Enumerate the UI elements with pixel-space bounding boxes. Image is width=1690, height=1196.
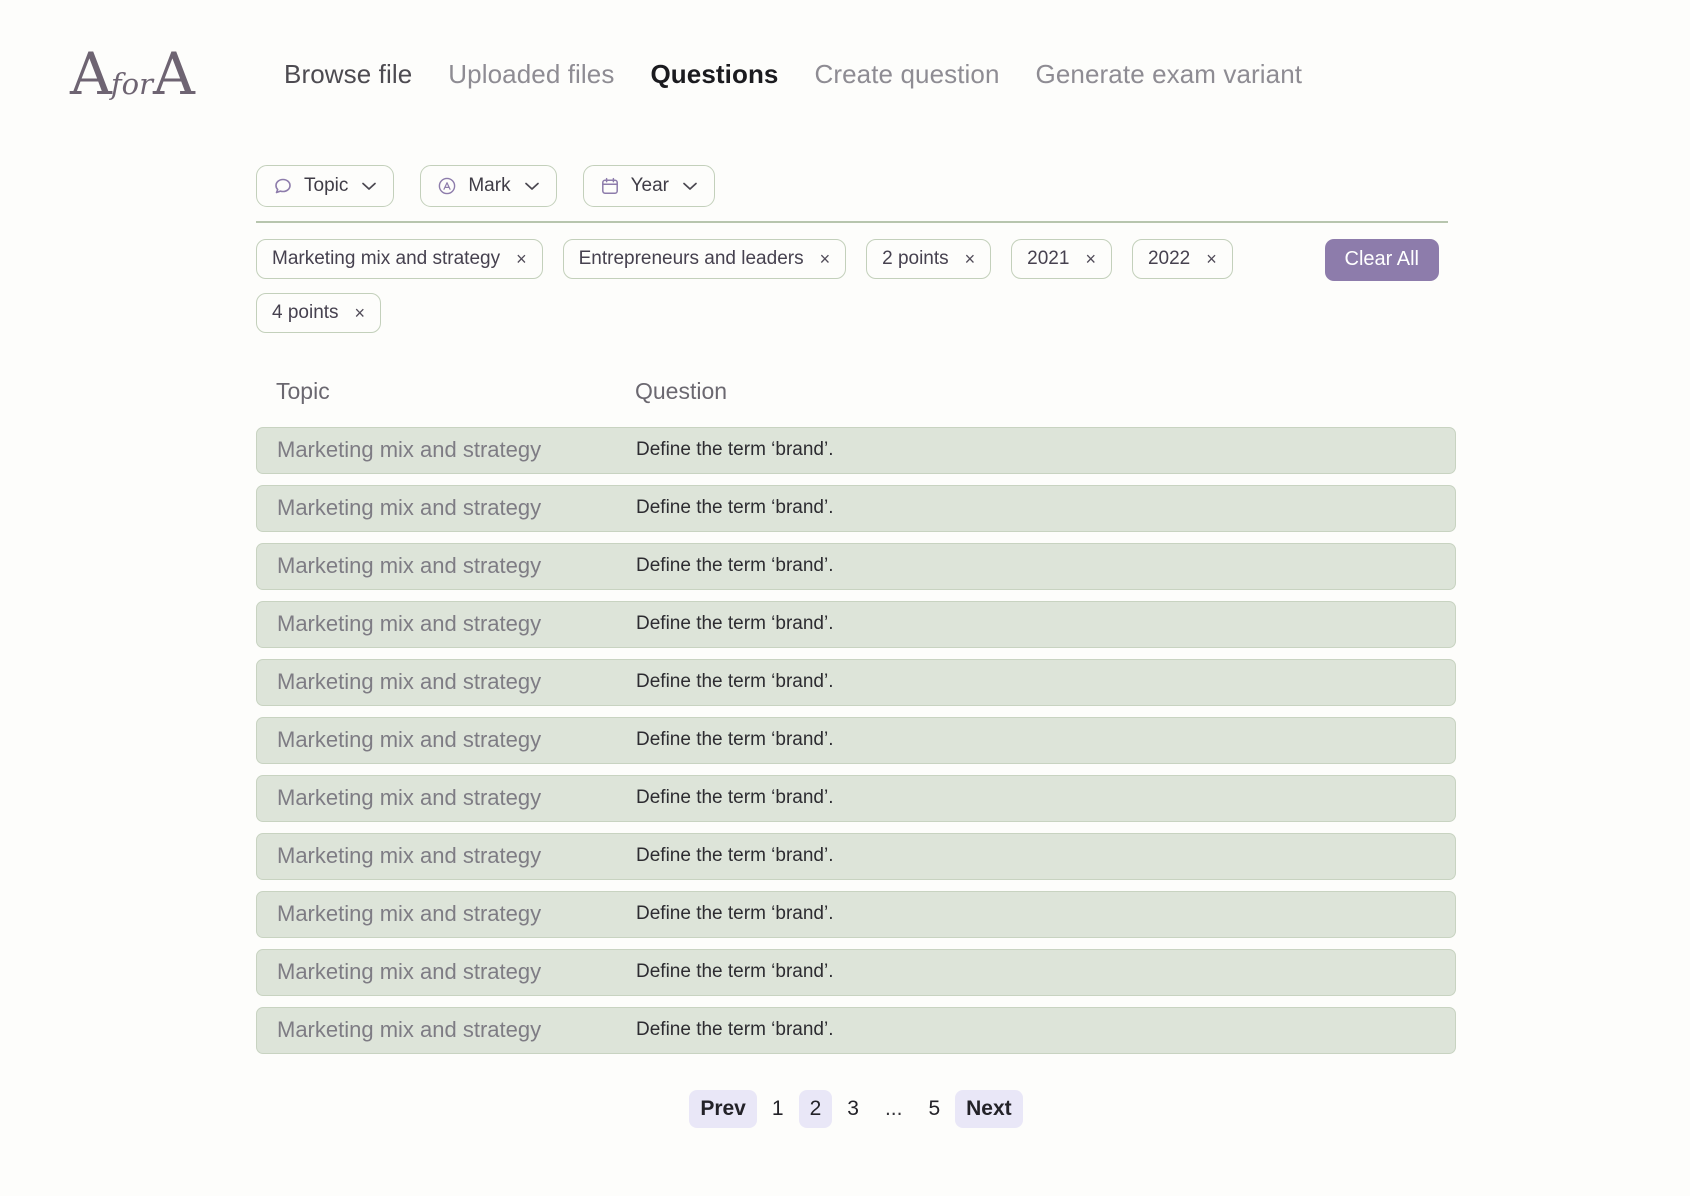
close-icon[interactable]: × <box>1085 250 1096 268</box>
filter-chip-marketing-mix-and-strategy[interactable]: Marketing mix and strategy × <box>256 238 543 279</box>
column-header-question: Question <box>635 377 728 404</box>
filter-button-year-label: Year <box>630 175 669 196</box>
table-row[interactable]: Marketing mix and strategy Define the te… <box>256 948 1456 996</box>
cell-question: Define the term ‘brand’. <box>636 671 834 692</box>
close-icon[interactable]: × <box>516 250 527 268</box>
filter-button-mark[interactable]: Mark <box>420 165 557 207</box>
filter-chip-label: 4 points <box>272 301 339 323</box>
cell-topic: Marketing mix and strategy <box>277 959 542 984</box>
filter-chip-label: 2021 <box>1027 247 1070 269</box>
nav-item-questions[interactable]: Questions <box>650 59 778 90</box>
cell-question: Define the term ‘brand’. <box>636 613 834 634</box>
nav-item-uploaded-files[interactable]: Uploaded files <box>448 59 614 90</box>
table-row[interactable]: Marketing mix and strategy Define the te… <box>256 484 1456 532</box>
cell-question: Define the term ‘brand’. <box>636 555 834 576</box>
cell-topic: Marketing mix and strategy <box>277 901 542 926</box>
pagination-prev-button[interactable]: Prev <box>689 1089 757 1128</box>
logo-word-for: for <box>110 67 153 101</box>
nav-item-browse-file[interactable]: Browse file <box>284 59 412 90</box>
table-row[interactable]: Marketing mix and strategy Define the te… <box>256 600 1456 648</box>
filter-button-year[interactable]: Year <box>582 165 715 207</box>
close-icon[interactable]: × <box>355 304 366 322</box>
close-icon[interactable]: × <box>965 250 976 268</box>
chevron-down-icon <box>361 179 377 194</box>
filter-button-row: Topic Mark Year <box>256 165 1690 207</box>
cell-topic: Marketing mix and strategy <box>277 495 542 520</box>
cell-topic: Marketing mix and strategy <box>277 843 542 868</box>
nav-item-generate-exam-variant[interactable]: Generate exam variant <box>1036 59 1303 90</box>
cell-topic: Marketing mix and strategy <box>277 611 542 636</box>
pagination-page-5[interactable]: 5 <box>917 1090 951 1128</box>
table-row[interactable]: Marketing mix and strategy Define the te… <box>256 890 1456 938</box>
cell-question: Define the term ‘brand’. <box>636 845 834 866</box>
app-header: AforA Browse file Uploaded files Questio… <box>0 0 1690 118</box>
logo-letter-last: A <box>152 40 195 108</box>
pagination-page-2[interactable]: 2 <box>798 1089 833 1128</box>
table-row[interactable]: Marketing mix and strategy Define the te… <box>256 832 1456 880</box>
close-icon[interactable]: × <box>1206 250 1217 268</box>
cell-topic: Marketing mix and strategy <box>277 727 542 752</box>
cell-topic: Marketing mix and strategy <box>277 553 542 578</box>
filter-chip-2021[interactable]: 2021 × <box>1011 238 1112 279</box>
speech-bubble-icon <box>273 176 293 196</box>
cell-question: Define the term ‘brand’. <box>636 903 834 924</box>
page-content: Topic Mark Year Marketing mix and strate… <box>0 165 1690 1128</box>
calendar-icon <box>600 176 620 196</box>
pagination-page-1[interactable]: 1 <box>761 1090 795 1128</box>
pagination-page-3[interactable]: 3 <box>836 1090 870 1128</box>
cell-question: Define the term ‘brand’. <box>636 1019 834 1040</box>
cell-question: Define the term ‘brand’. <box>636 961 834 982</box>
cell-question: Define the term ‘brand’. <box>636 787 834 808</box>
close-icon[interactable]: × <box>820 250 831 268</box>
filter-button-topic[interactable]: Topic <box>256 165 395 207</box>
pagination-ellipsis: ... <box>884 1096 903 1120</box>
cell-topic: Marketing mix and strategy <box>277 785 542 810</box>
cell-topic: Marketing mix and strategy <box>277 437 542 462</box>
table-row[interactable]: Marketing mix and strategy Define the te… <box>256 774 1456 822</box>
cell-topic: Marketing mix and strategy <box>277 669 542 694</box>
filter-chip-4-points[interactable]: 4 points × <box>256 292 382 333</box>
filter-button-topic-label: Topic <box>304 175 349 196</box>
pagination-next-button[interactable]: Next <box>955 1089 1023 1128</box>
app-logo[interactable]: AforA <box>70 45 230 103</box>
clear-all-button[interactable]: Clear All <box>1324 238 1439 281</box>
cell-question: Define the term ‘brand’. <box>636 439 834 460</box>
filter-divider <box>256 221 1448 223</box>
table-row[interactable]: Marketing mix and strategy Define the te… <box>256 1006 1456 1054</box>
cell-topic: Marketing mix and strategy <box>277 1017 542 1042</box>
table-header-row: Topic Question <box>256 378 1456 405</box>
filter-chip-2022[interactable]: 2022 × <box>1131 238 1233 279</box>
circled-a-icon <box>437 176 457 196</box>
column-header-topic: Topic <box>276 377 330 404</box>
nav-item-create-question[interactable]: Create question <box>814 59 999 90</box>
chevron-down-icon <box>682 179 698 194</box>
filter-chip-entrepreneurs-and-leaders[interactable]: Entrepreneurs and leaders × <box>562 238 847 279</box>
table-row[interactable]: Marketing mix and strategy Define the te… <box>256 716 1456 764</box>
filter-chip-label: 2 points <box>882 247 949 269</box>
cell-question: Define the term ‘brand’. <box>636 729 834 750</box>
filter-chip-label: Marketing mix and strategy <box>272 247 501 269</box>
filter-chip-2-points[interactable]: 2 points × <box>866 238 992 279</box>
filter-chip-label: 2022 <box>1147 247 1191 269</box>
main-navigation: Browse file Uploaded files Questions Cre… <box>284 59 1302 90</box>
table-row[interactable]: Marketing mix and strategy Define the te… <box>256 542 1456 590</box>
table-row[interactable]: Marketing mix and strategy Define the te… <box>256 426 1456 474</box>
cell-question: Define the term ‘brand’. <box>636 497 834 518</box>
filter-button-mark-label: Mark <box>468 175 511 196</box>
questions-table: Topic Question Marketing mix and strateg… <box>256 378 1456 1054</box>
active-filters-area: Marketing mix and strategy × Entrepreneu… <box>256 238 1448 333</box>
filter-chip-label: Entrepreneurs and leaders <box>578 247 804 269</box>
chevron-down-icon <box>524 179 540 194</box>
pagination: Prev 1 2 3 ... 5 Next <box>256 1089 1456 1128</box>
logo-letter-first: A <box>70 40 112 108</box>
active-filter-chips: Marketing mix and strategy × Entrepreneu… <box>256 238 1316 333</box>
table-row[interactable]: Marketing mix and strategy Define the te… <box>256 658 1456 706</box>
